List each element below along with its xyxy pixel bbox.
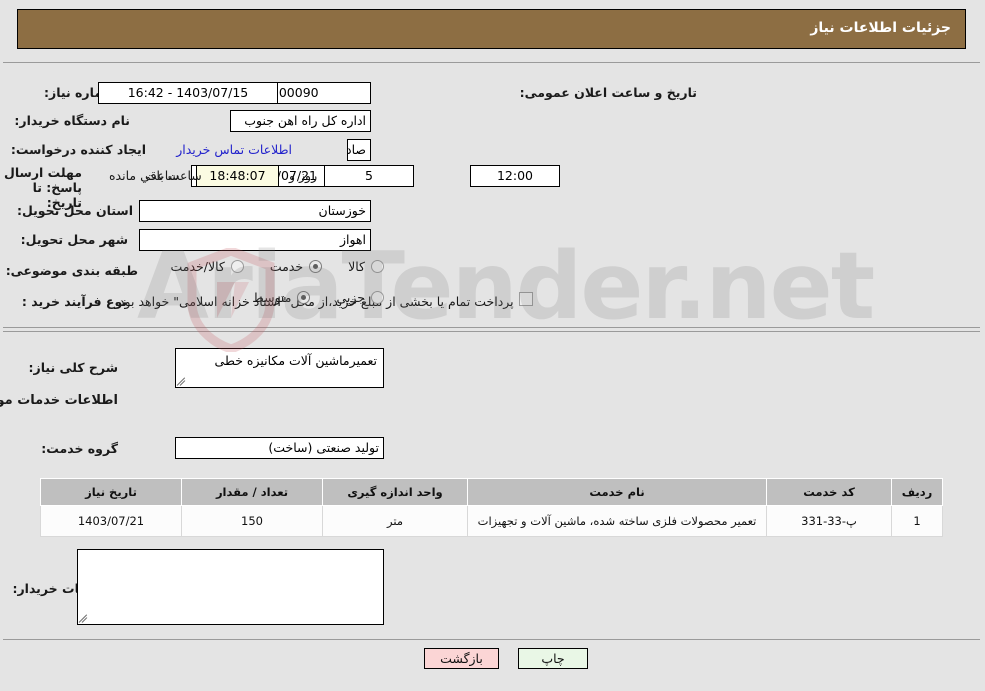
category-label: طبقه بندی موضوعی: <box>6 263 139 278</box>
service-group-label: گروه خدمت: <box>42 441 119 456</box>
category-option-radio-2[interactable] <box>231 260 245 273</box>
city-label: شهر محل تحویل: <box>21 232 129 247</box>
table-row: 1 پ-33-331 تعمیر محصولات فلزی ساخته شده،… <box>41 505 944 537</box>
buyer-org-label: نام دستگاه خریدار: <box>15 113 131 128</box>
services-table: ردیف کد خدمت نام خدمت واحد اندازه گیری ت… <box>41 478 944 537</box>
process-option-label-0: جزیی <box>337 290 366 305</box>
table-col-unit: واحد اندازه گیری <box>323 478 469 506</box>
table-col-name: نام خدمت <box>468 478 768 506</box>
deadline-hour-value: 12:00 <box>471 165 561 187</box>
process-option-1[interactable]: متوسط <box>253 290 312 305</box>
public-announce-value: 1403/07/15 - 16:42 <box>99 82 279 104</box>
cell-quantity: 150 <box>182 505 324 537</box>
process-label: نوع فرآیند خرید : <box>22 294 128 309</box>
public-announce-label: تاریخ و ساعت اعلان عمومی: <box>520 85 698 100</box>
buyer-org-value: اداره کل راه اهن جنوب <box>231 110 372 132</box>
cell-row: 1 <box>892 505 944 537</box>
cell-name: تعمیر محصولات فلزی ساخته شده، ماشین آلات… <box>468 505 768 537</box>
province-label: استان محل تحویل: <box>17 203 134 218</box>
general-desc-label: شرح کلی نیاز: <box>29 360 119 375</box>
table-col-row: ردیف <box>892 478 944 506</box>
print-button[interactable]: چاپ <box>519 648 589 669</box>
general-desc-textarea[interactable]: تعمیرماشین آلات مکانیزه خطی <box>176 348 385 388</box>
page-title: جزئیات اطلاعات نیاز <box>811 20 952 36</box>
category-option-0[interactable]: کالا <box>349 259 385 274</box>
category-option-1[interactable]: خدمت <box>270 259 324 274</box>
requester-label: ایجاد کننده درخواست: <box>11 142 147 157</box>
table-header-row: ردیف کد خدمت نام خدمت واحد اندازه گیری ت… <box>41 478 944 506</box>
remaining-time-label: ساعت باقي مانده <box>110 168 203 183</box>
category-option-label-0: کالا <box>349 259 366 274</box>
remaining-days-value: 5 <box>325 165 415 187</box>
process-radio-group[interactable]: جزیی متوسط <box>227 290 385 305</box>
cell-code: پ-33-331 <box>767 505 893 537</box>
buyer-contact-link[interactable]: اطلاعات تماس خریدار <box>177 142 293 157</box>
process-option-0[interactable]: جزیی <box>337 290 385 305</box>
back-button[interactable]: بازگشت <box>425 648 500 669</box>
remaining-days-label: روز و <box>290 168 319 183</box>
service-group-value: تولید صنعتی (ساخت) <box>176 437 385 459</box>
city-value: اهواز <box>140 229 372 251</box>
requester-value: صادق غافل پور رئیس اداره تدارکات و پشتیب… <box>348 139 372 161</box>
table-col-code: کد خدمت <box>767 478 893 506</box>
cell-date: 1403/07/21 <box>41 505 183 537</box>
category-option-label-1: خدمت <box>270 259 305 274</box>
treasury-checkbox[interactable] <box>520 292 534 306</box>
process-option-radio-1[interactable] <box>298 291 312 304</box>
category-radio-group[interactable]: کالا خدمت کالا/خدمت <box>145 259 385 274</box>
category-option-label-2: کالا/خدمت <box>171 259 226 274</box>
remaining-time-value: 18:48:07 <box>197 165 280 187</box>
buyer-notes-textarea[interactable] <box>78 549 385 625</box>
province-value: خوزستان <box>140 200 372 222</box>
category-option-2[interactable]: کالا/خدمت <box>171 259 245 274</box>
cell-unit: متر <box>323 505 469 537</box>
process-option-radio-0[interactable] <box>372 291 385 304</box>
table-col-quantity: تعداد / مقدار <box>182 478 324 506</box>
process-option-label-1: متوسط <box>253 290 293 305</box>
category-option-radio-1[interactable] <box>310 260 324 273</box>
category-option-radio-0[interactable] <box>372 260 385 273</box>
table-col-date: تاریخ نیاز <box>41 478 183 506</box>
services-info-heading: اطلاعات خدمات مورد نیاز <box>0 393 119 408</box>
page-header-bar: جزئیات اطلاعات نیاز <box>18 9 967 49</box>
